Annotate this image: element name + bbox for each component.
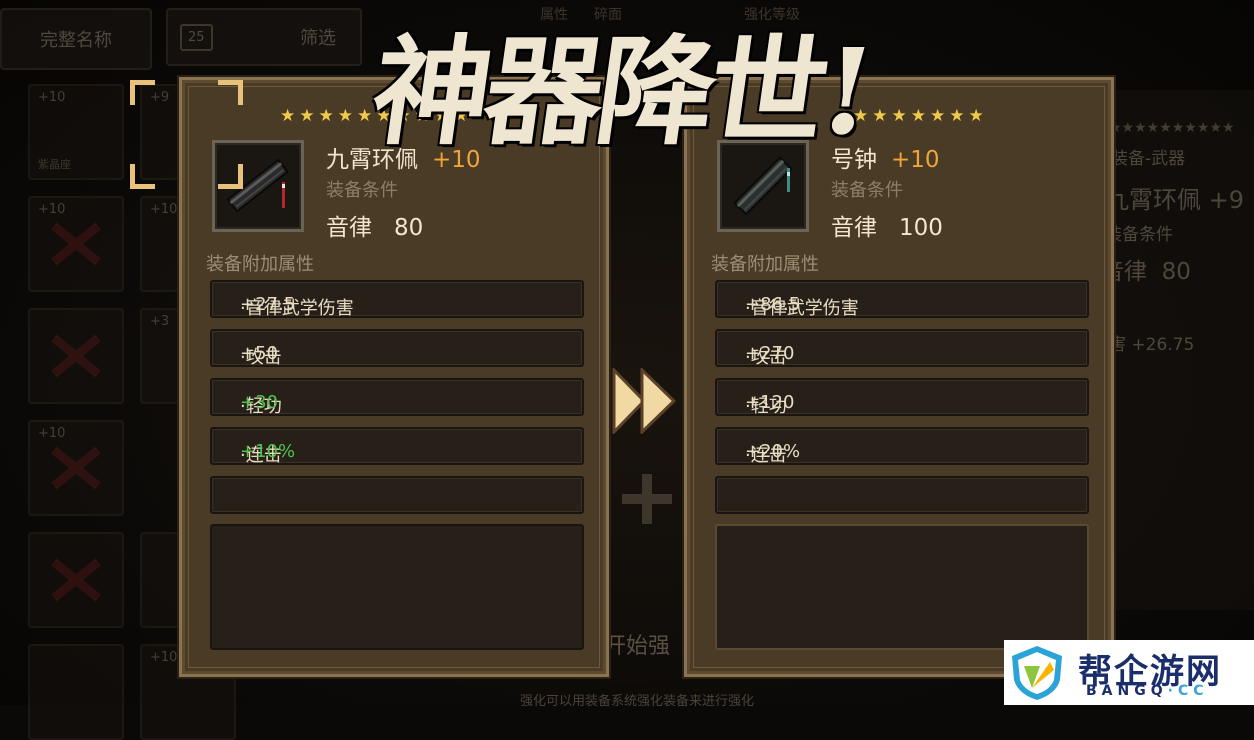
- selection-corner: [218, 80, 243, 105]
- title-banner: 神器降世!: [363, 22, 878, 161]
- crossed-weapon-icon: [51, 558, 101, 602]
- star-icon: ★: [299, 106, 315, 126]
- inventory-slot[interactable]: [28, 532, 124, 628]
- filter-icon: 25: [180, 23, 213, 51]
- shield-logo-icon: [1012, 646, 1062, 700]
- attr-row: ·连击 +20%: [715, 427, 1089, 466]
- equip-condition-label: 装备条件: [831, 180, 903, 201]
- description-box: [715, 524, 1089, 650]
- start-enhance-button[interactable]: 开始强: [604, 628, 670, 660]
- star-icon: ★: [337, 106, 353, 126]
- attr-row: ·音律武学伤害 +27.5: [210, 280, 584, 319]
- star-icon: ★: [930, 106, 946, 126]
- requirement: 音律 100: [831, 215, 943, 241]
- star-icon: ★: [910, 106, 926, 126]
- attr-row: ·连击 +10%: [210, 427, 584, 466]
- star-icon: ★: [318, 106, 334, 126]
- attr-row: ·攻击 +50: [210, 329, 584, 368]
- attr-row: ·攻击 +270: [715, 329, 1089, 368]
- filter-button[interactable]: 25 筛选: [166, 8, 362, 66]
- selection-corner: [130, 164, 155, 189]
- equip-condition-label: 装备条件: [326, 180, 398, 201]
- requirement: 音律 80: [326, 215, 424, 241]
- watermark-url: BANGQ·CC: [1086, 683, 1209, 699]
- attr-title: 装备附加属性: [206, 254, 314, 275]
- old-weapon-card: ★ ★ ★ ★ ★ ★ ★ ★ ★ ★ 九霄环佩 +10 装备条件 音律 80 装备附加属性 ·音律武…: [179, 77, 609, 677]
- full-name-button[interactable]: 完整名称: [0, 8, 152, 70]
- star-icon: ★: [891, 106, 907, 126]
- detail-panel-bg: ★★★★★★★★★★ 装备-武器 九霄环佩 +9 装备条件 音律 80 害 +2…: [1101, 90, 1254, 610]
- inventory-slot[interactable]: +10: [28, 196, 124, 292]
- inventory-top-bar: 完整名称 25 筛选: [0, 8, 362, 70]
- new-weapon-card: ★ ★ ★ ★ ★ ★ ★ 号钟 +10 装备条件 音律 100 装备附加属性 ·音律武学伤害 …: [684, 77, 1114, 677]
- selection-corner: [218, 164, 243, 189]
- star-rating: ★ ★ ★ ★ ★ ★ ★: [853, 108, 984, 125]
- crossed-weapon-icon: [51, 446, 101, 490]
- crossed-weapon-icon: [51, 334, 101, 378]
- description-box: [210, 524, 584, 650]
- inventory-slot[interactable]: [28, 644, 124, 740]
- attr-title: 装备附加属性: [711, 254, 819, 275]
- crossed-weapon-icon: [51, 222, 101, 266]
- attr-row: ·音律武学伤害 +86.5: [715, 280, 1089, 319]
- star-icon: ★: [949, 106, 965, 126]
- attr-row-empty: [210, 476, 584, 514]
- inventory-slot[interactable]: +10 紫晶座: [28, 84, 124, 180]
- star-icon: ★: [968, 106, 984, 126]
- attr-row: ·轻功 +120: [715, 378, 1089, 417]
- inventory-slot[interactable]: +10: [28, 420, 124, 516]
- inventory-slot[interactable]: [28, 308, 124, 404]
- attr-row: ·轻功 +30: [210, 378, 584, 417]
- add-material-icon: [622, 474, 672, 524]
- attr-row-empty: [715, 476, 1089, 514]
- selection-corner: [130, 80, 155, 105]
- star-icon: ★: [280, 106, 296, 126]
- star-icon: ★: [872, 106, 888, 126]
- double-arrow-icon: [612, 368, 676, 434]
- watermark: 帮企游网 BANGQ·CC: [1004, 640, 1254, 705]
- star-row: ★★★★★★★★★★: [1109, 120, 1235, 136]
- bottom-hint: 强化可以用装备系统强化装备来进行强化: [520, 694, 755, 709]
